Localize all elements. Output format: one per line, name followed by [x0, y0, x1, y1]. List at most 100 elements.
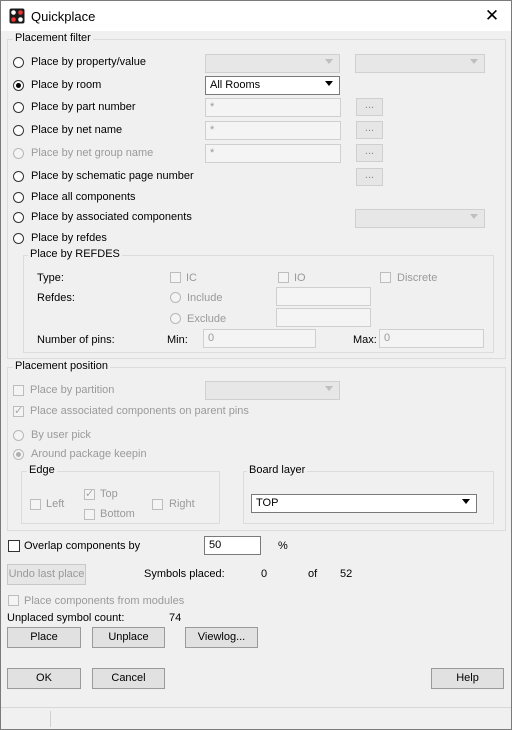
placement-position-legend: Placement position [13, 360, 110, 372]
place-button[interactable]: Place [7, 627, 81, 648]
type-label: Type: [37, 272, 64, 284]
value-select[interactable] [355, 54, 485, 73]
type-discrete-checkbox[interactable] [380, 272, 391, 283]
associated-components-select[interactable] [355, 209, 485, 228]
chevron-down-icon [325, 386, 333, 391]
radio-place-by-refdes[interactable] [13, 233, 24, 244]
symbols-placed-of: of [308, 568, 318, 580]
edge-top-label: Top [100, 488, 118, 500]
edge-bottom-label: Bottom [100, 508, 135, 520]
place-by-refdes-legend: Place by REFDES [28, 248, 122, 260]
place-from-modules-label: Place components from modules [24, 595, 185, 607]
min-pins-value: 0 [208, 332, 215, 344]
part-number-value: * [210, 101, 215, 113]
type-io-label: IO [294, 272, 306, 284]
partition-select[interactable] [205, 381, 340, 400]
radio-exclude[interactable] [170, 313, 181, 324]
label-place-by-part-number: Place by part number [31, 101, 136, 113]
overlap-percent-field[interactable]: 50 [204, 536, 261, 555]
net-group-browse-button[interactable]: ... [356, 144, 383, 162]
refdes-label: Refdes: [37, 292, 75, 304]
help-button[interactable]: Help [431, 668, 504, 689]
assoc-parent-pins-label: Place associated components on parent pi… [30, 405, 249, 417]
min-label: Min: [167, 334, 188, 346]
radio-place-by-room[interactable] [13, 80, 24, 91]
number-of-pins-label: Number of pins: [37, 334, 115, 346]
type-ic-label: IC [186, 272, 197, 284]
by-user-pick-label: By user pick [31, 429, 91, 441]
unplaced-count-value: 74 [169, 612, 182, 624]
radio-around-package-keepin[interactable] [13, 449, 24, 460]
board-layer-value: TOP [256, 497, 279, 509]
include-field[interactable] [276, 287, 371, 306]
cancel-button[interactable]: Cancel [92, 668, 165, 689]
label-place-all-components: Place all components [31, 191, 136, 203]
net-name-field[interactable]: * [205, 121, 341, 140]
assoc-parent-pins-checkbox[interactable] [13, 404, 24, 417]
net-name-value: * [210, 124, 215, 136]
edge-right-checkbox[interactable] [152, 499, 163, 510]
close-icon[interactable]: ✕ [477, 3, 507, 29]
net-group-field[interactable]: * [205, 144, 341, 163]
radio-place-by-associated[interactable] [13, 212, 24, 223]
radio-place-by-net-name[interactable] [13, 125, 24, 136]
max-label: Max: [353, 334, 377, 346]
radio-place-by-part-number[interactable] [13, 102, 24, 113]
radio-by-user-pick[interactable] [13, 430, 24, 441]
part-number-field[interactable]: * [205, 98, 341, 117]
quickplace-app-icon [9, 8, 25, 24]
label-place-by-room: Place by room [31, 79, 102, 91]
label-place-by-net-group: Place by net group name [31, 147, 154, 159]
title-bar: Quickplace ✕ [1, 1, 511, 31]
status-divider [1, 707, 511, 708]
chevron-down-icon [462, 499, 470, 504]
max-pins-field[interactable]: 0 [379, 329, 484, 348]
chevron-down-icon [470, 214, 478, 219]
net-name-browse-button[interactable]: ... [356, 121, 383, 139]
min-pins-field[interactable]: 0 [203, 329, 316, 348]
ok-button[interactable]: OK [7, 668, 81, 689]
exclude-field[interactable] [276, 308, 371, 327]
unplaced-count-label: Unplaced symbol count: [7, 612, 125, 624]
radio-place-by-schematic-page[interactable] [13, 171, 24, 182]
type-discrete-label: Discrete [397, 272, 438, 284]
max-pins-value: 0 [384, 332, 391, 344]
edge-left-checkbox[interactable] [30, 499, 41, 510]
quickplace-dialog: Quickplace ✕ Placement filter Place by p… [0, 0, 512, 730]
type-io-checkbox[interactable] [278, 272, 289, 283]
net-group-value: * [210, 147, 215, 159]
room-select-value: All Rooms [210, 79, 261, 91]
placement-filter-legend: Placement filter [13, 32, 93, 44]
exclude-label: Exclude [187, 313, 227, 325]
symbols-total-count: 52 [340, 568, 353, 580]
overlap-checkbox[interactable] [8, 540, 20, 552]
viewlog-button[interactable]: Viewlog... [185, 627, 258, 648]
place-by-partition-checkbox[interactable] [13, 385, 24, 396]
board-layer-legend: Board layer [247, 464, 308, 476]
unplace-button[interactable]: Unplace [92, 627, 165, 648]
label-place-by-schematic-page: Place by schematic page number [31, 170, 194, 182]
place-from-modules-checkbox[interactable] [8, 595, 19, 606]
place-by-partition-label: Place by partition [30, 384, 115, 396]
label-place-by-associated: Place by associated components [31, 211, 192, 223]
radio-place-all-components[interactable] [13, 192, 24, 203]
schematic-page-browse-button[interactable]: ... [356, 168, 383, 186]
status-bar-separator [50, 711, 51, 727]
type-ic-checkbox[interactable] [170, 272, 181, 283]
overlap-label: Overlap components by [24, 540, 141, 552]
edge-right-label: Right [169, 498, 195, 510]
radio-place-by-property[interactable] [13, 57, 24, 68]
label-place-by-refdes: Place by refdes [31, 232, 107, 244]
property-select[interactable] [205, 54, 340, 73]
undo-last-place-button[interactable]: Undo last place [7, 564, 86, 585]
edge-top-checkbox[interactable] [84, 487, 95, 500]
radio-place-by-net-group[interactable] [13, 148, 24, 159]
symbols-placed-label: Symbols placed: [144, 568, 225, 580]
room-select[interactable]: All Rooms [205, 76, 340, 95]
chevron-down-icon [325, 81, 333, 86]
board-layer-select[interactable]: TOP [251, 494, 477, 513]
edge-bottom-checkbox[interactable] [84, 509, 95, 520]
part-number-browse-button[interactable]: ... [356, 98, 383, 116]
radio-include[interactable] [170, 292, 181, 303]
symbols-placed-count: 0 [261, 568, 268, 580]
